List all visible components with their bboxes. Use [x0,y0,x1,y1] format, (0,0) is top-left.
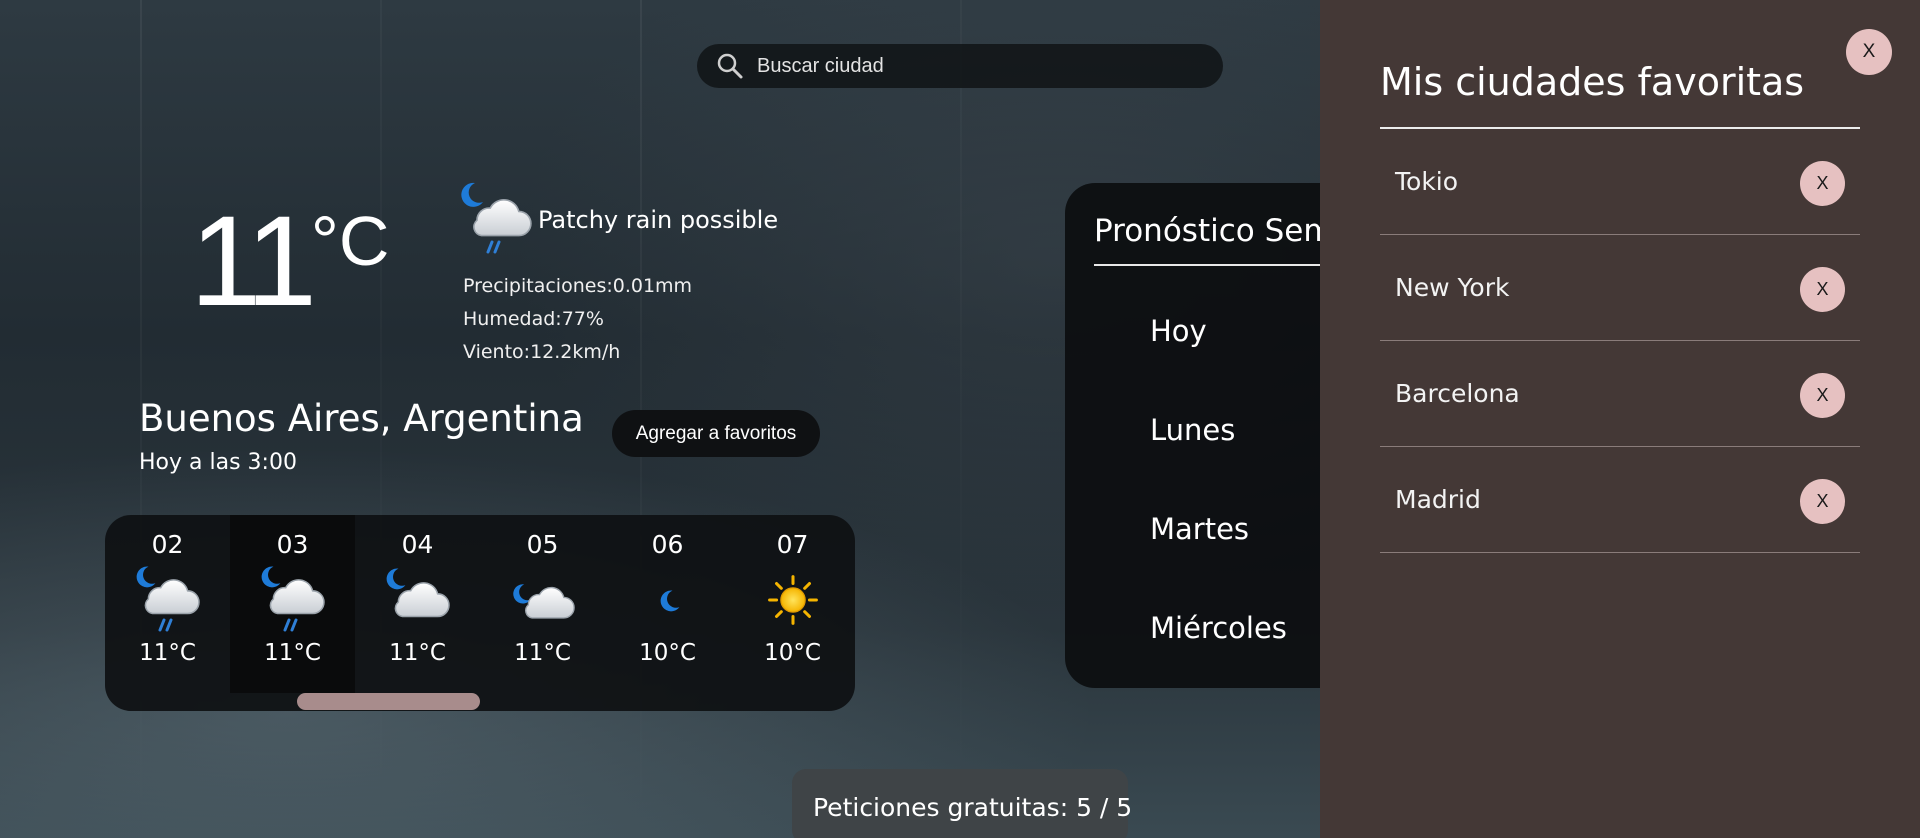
humidity-text: Humedad:77% [463,308,604,330]
favorite-city-item[interactable]: New York X [1380,235,1860,341]
night-cloud-rain-icon [461,182,532,254]
hour-temp: 10°C [639,640,696,666]
remove-favorite-button[interactable]: X [1800,373,1845,418]
hour-item[interactable]: 03 11°C [230,515,355,693]
hour-temp: 10°C [764,640,821,666]
current-temperature: 11°C [190,198,389,326]
weekly-day-label: Hoy [1150,314,1207,348]
free-requests-badge: Peticiones gratuitas: 5 / 5 [792,769,1132,838]
favorites-title: Mis ciudades favoritas [1380,60,1805,104]
night-cloud-rain-icon [136,566,200,632]
favorite-city-name[interactable]: New York [1395,273,1509,302]
hour-label: 07 [776,530,809,559]
night-cloud-small-icon [512,584,575,619]
moon-icon [660,590,679,612]
night-cloud-rain-icon [261,566,325,632]
remove-favorite-button[interactable]: X [1800,267,1845,312]
favorite-city-name[interactable]: Barcelona [1395,379,1520,408]
search-icon [717,53,743,79]
weekly-day-label: Miércoles [1150,611,1287,645]
hour-label: 04 [401,530,434,559]
temperature-value: 11 [190,190,317,333]
rain-streak [960,0,962,838]
temperature-unit: °C [310,202,390,280]
favorite-city-item[interactable]: Tokio X [1380,129,1860,235]
favorite-city-item[interactable]: Barcelona X [1380,341,1860,447]
favorite-city-name[interactable]: Tokio [1395,167,1458,196]
hour-label: 05 [526,530,559,559]
remove-favorite-button[interactable]: X [1800,479,1845,524]
favorites-panel: X Mis ciudades favoritas Tokio X New Yor… [1320,0,1920,838]
hourly-forecast[interactable]: 02 11°C 03 11°C 04 11°C 05 11°C 06 10°C … [105,515,855,711]
favorite-city-item[interactable]: Madrid X [1380,447,1860,553]
hour-item[interactable]: 05 11°C [480,515,605,693]
date-time: Hoy a las 3:00 [139,450,297,475]
weekly-day-label: Martes [1150,512,1250,546]
hour-item[interactable]: 06 10°C [605,515,730,693]
search-input[interactable] [757,54,1223,78]
search-bar[interactable] [697,44,1223,88]
remove-favorite-button[interactable]: X [1800,161,1845,206]
favorite-city-name[interactable]: Madrid [1395,485,1481,514]
close-panel-button[interactable]: X [1846,29,1892,75]
precipitation-text: Precipitaciones:0.01mm [463,275,693,297]
location-name: Buenos Aires, Argentina [139,397,584,440]
night-cloud-icon [386,568,450,618]
wind-text: Viento:12.2km/h [463,341,621,363]
hourly-scrollbar-thumb[interactable] [297,693,480,710]
hour-label: 02 [151,530,184,559]
weekly-day-label: Lunes [1150,413,1236,447]
hour-item[interactable]: 02 11°C [105,515,230,693]
sun-icon [767,575,818,625]
weather-details: Precipitaciones:0.01mm Humedad:77% Vient… [463,270,692,369]
hour-temp: 11°C [264,640,321,666]
add-to-favorites-button[interactable]: Agregar a favoritos [612,410,820,457]
hour-label: 06 [651,530,684,559]
hour-item[interactable]: 04 11°C [355,515,480,693]
hour-temp: 11°C [389,640,446,666]
hour-temp: 11°C [139,640,196,666]
hour-label: 03 [276,530,309,559]
hour-temp: 11°C [514,640,571,666]
weekly-forecast-title: Pronóstico Sem [1094,213,1334,249]
hour-item[interactable]: 07 10°C [730,515,855,693]
condition-text: Patchy rain possible [538,206,779,234]
